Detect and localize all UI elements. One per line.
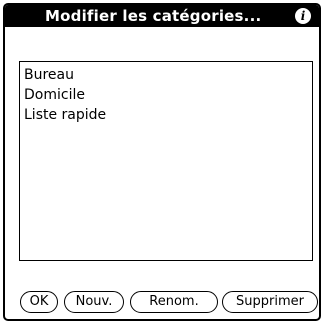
list-item-bureau[interactable]: Bureau	[20, 62, 312, 85]
dialog-title: Modifier les catégories...	[45, 7, 262, 25]
title-bar: Modifier les catégories... i	[5, 5, 319, 27]
button-row: OK Nouv. Renom. Supprimer	[16, 291, 319, 315]
ok-button[interactable]: OK	[20, 291, 58, 313]
delete-button[interactable]: Supprimer	[222, 291, 318, 313]
category-list[interactable]: Bureau Domicile Liste rapide	[19, 61, 313, 261]
list-item-liste-rapide[interactable]: Liste rapide	[20, 105, 312, 125]
list-item-domicile[interactable]: Domicile	[20, 85, 312, 105]
rename-button[interactable]: Renom.	[130, 291, 218, 313]
info-icon[interactable]: i	[295, 8, 311, 24]
new-button[interactable]: Nouv.	[64, 291, 124, 313]
edit-categories-dialog: Modifier les catégories... i Bureau Domi…	[3, 3, 321, 321]
